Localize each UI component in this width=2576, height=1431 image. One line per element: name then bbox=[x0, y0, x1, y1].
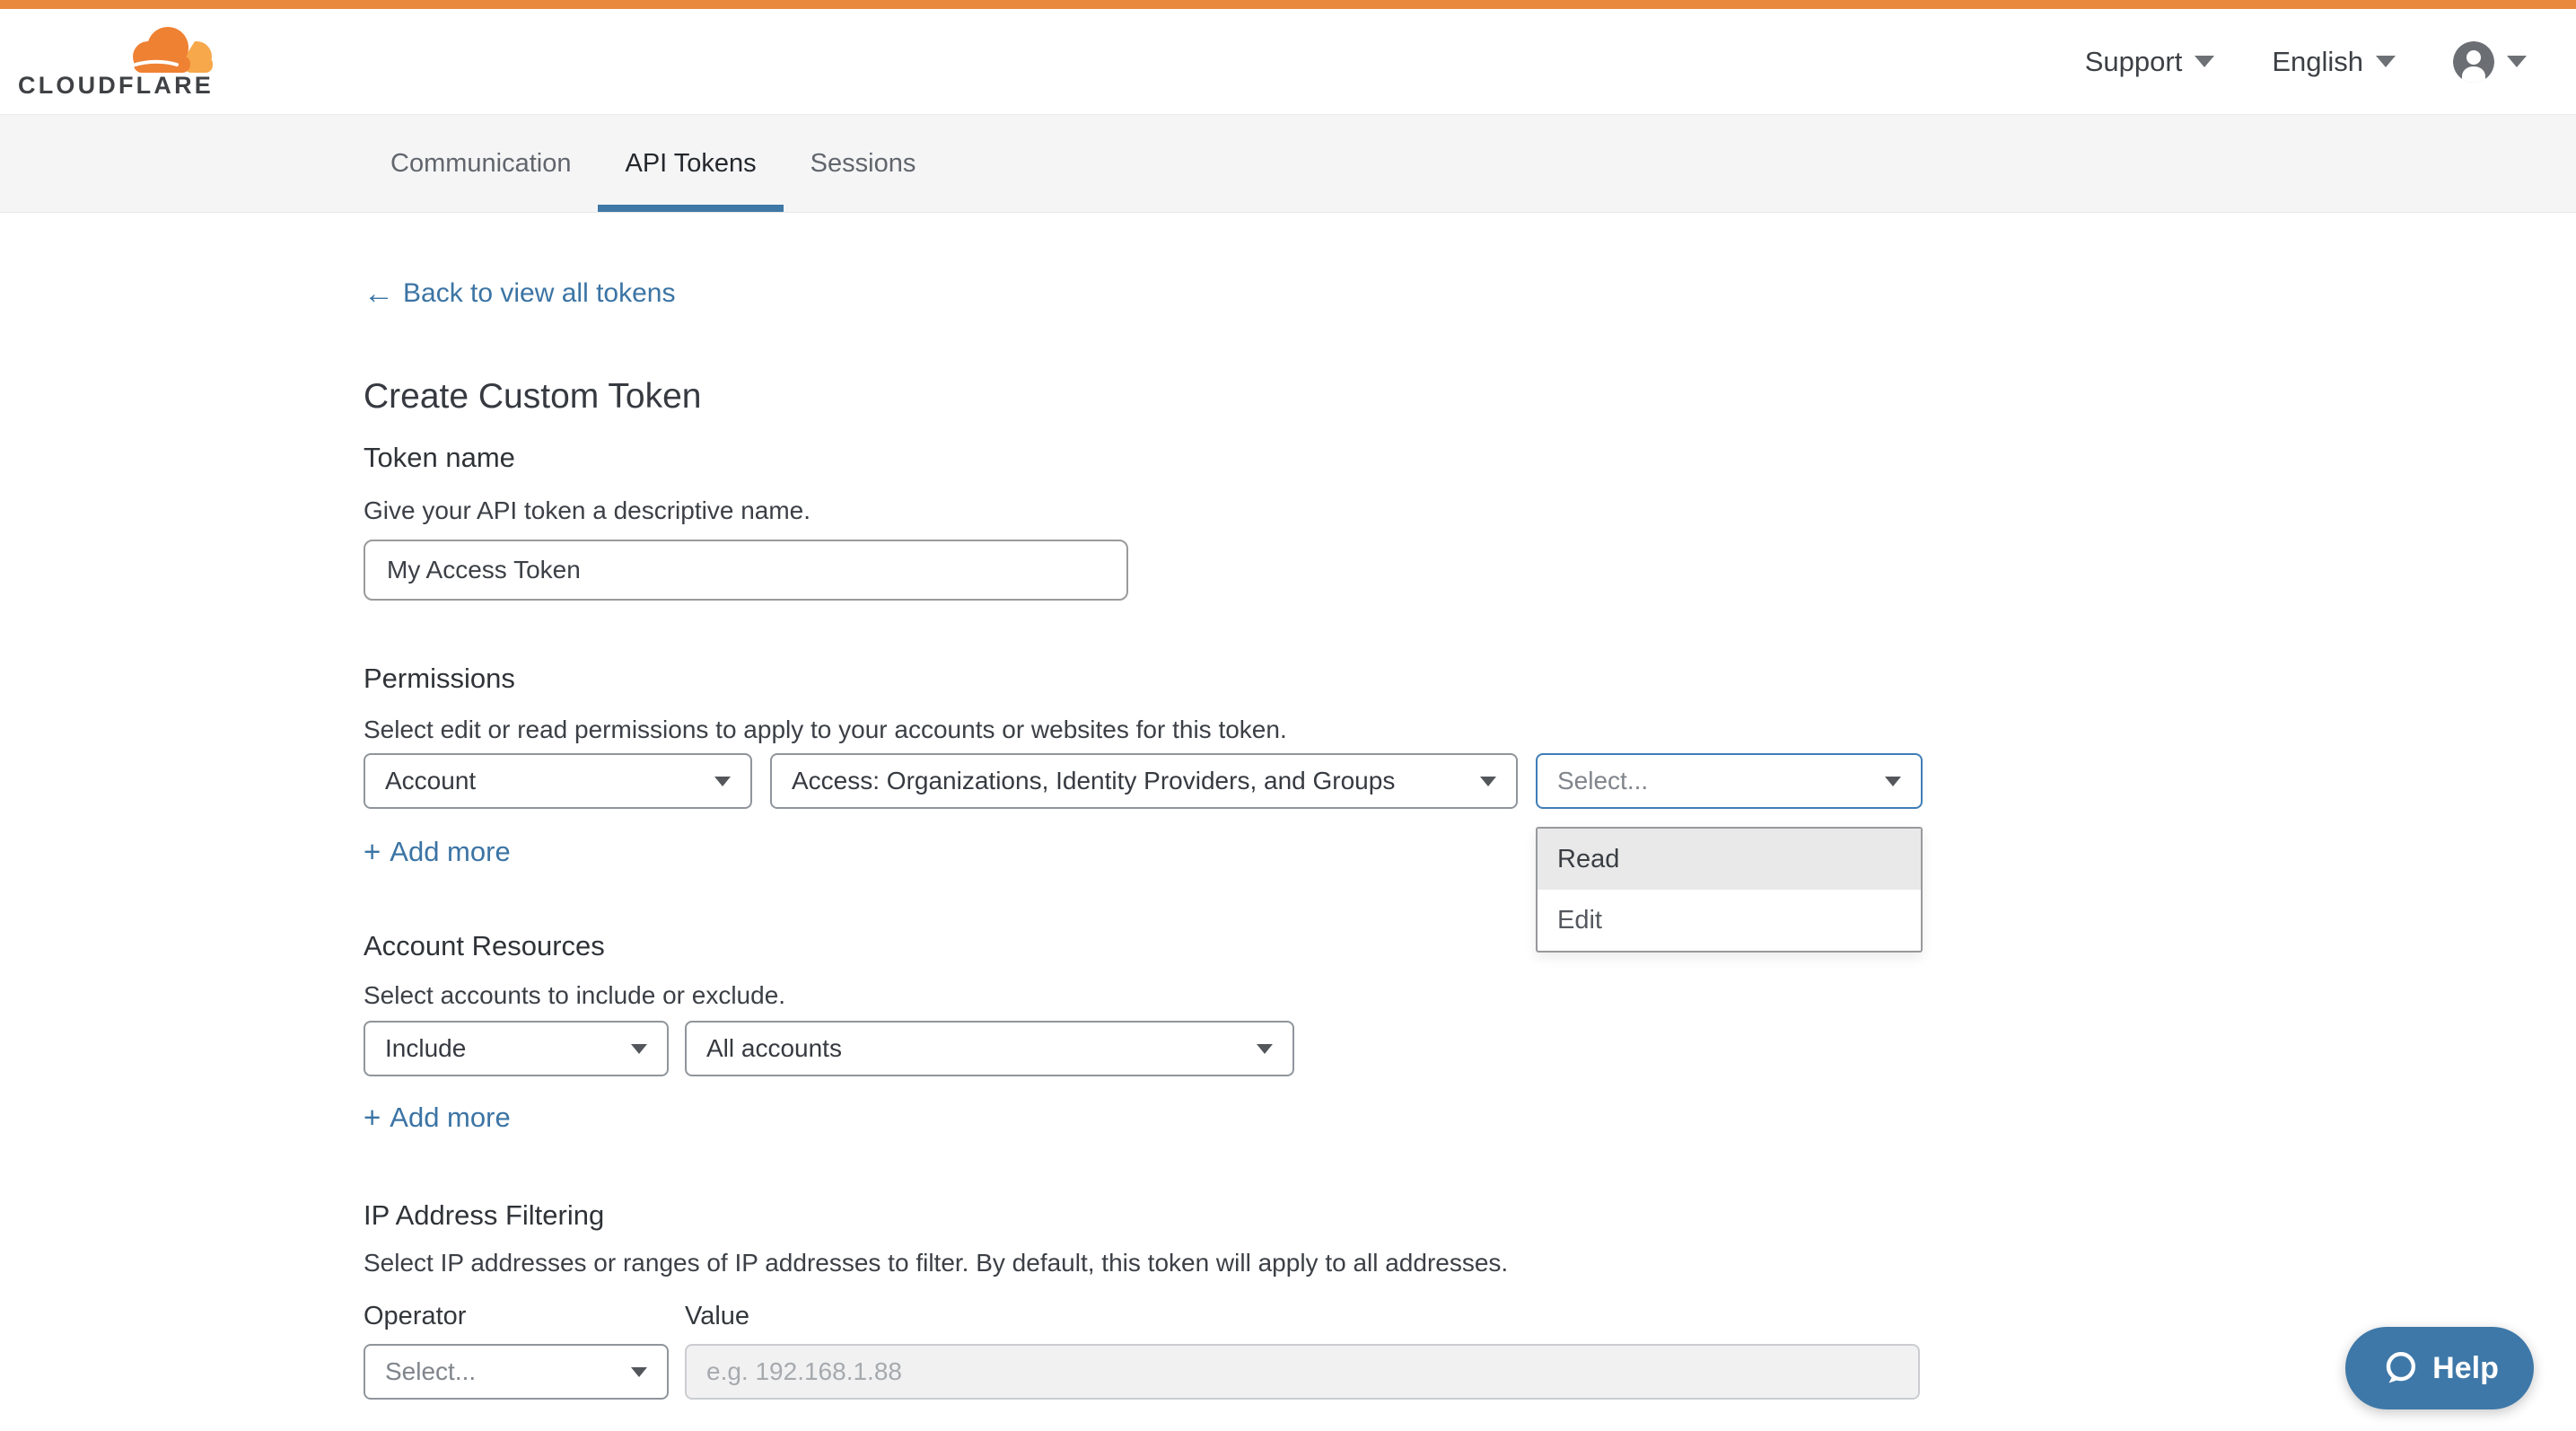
permissions-description: Select edit or read permissions to apply… bbox=[364, 714, 1943, 746]
language-menu-label: English bbox=[2272, 46, 2363, 78]
chat-bubble-icon bbox=[2380, 1348, 2420, 1388]
permission-level-placeholder: Select... bbox=[1557, 767, 1648, 795]
operator-label: Operator bbox=[364, 1301, 685, 1331]
chevron-down-icon bbox=[1257, 1044, 1273, 1054]
account-resources-add-more-link[interactable]: + Add more bbox=[364, 1100, 511, 1136]
permission-level-wrap: Select... Read Edit bbox=[1536, 753, 1923, 809]
token-name-input[interactable] bbox=[364, 540, 1128, 601]
back-arrow-icon: ← bbox=[364, 276, 394, 312]
logo-wordmark: CLOUDFLARE bbox=[18, 74, 214, 98]
add-more-label: Add more bbox=[390, 1100, 510, 1136]
help-button-label: Help bbox=[2432, 1351, 2499, 1386]
user-avatar-icon bbox=[2453, 41, 2494, 83]
chevron-down-icon bbox=[2376, 56, 2396, 67]
tab-api-tokens[interactable]: API Tokens bbox=[598, 115, 783, 212]
ip-filtering-heading: IP Address Filtering bbox=[364, 1198, 1943, 1233]
resource-mode-value: Include bbox=[385, 1034, 466, 1063]
add-more-label: Add more bbox=[390, 834, 510, 870]
chevron-down-icon bbox=[714, 777, 731, 786]
ip-field-labels: Operator Value bbox=[364, 1301, 1943, 1331]
page-title: Create Custom Token bbox=[364, 376, 1943, 417]
tab-communication[interactable]: Communication bbox=[364, 115, 598, 212]
resource-accounts-value: All accounts bbox=[706, 1034, 842, 1063]
brand-top-strip bbox=[0, 0, 2576, 9]
ip-filtering-description: Select IP addresses or ranges of IP addr… bbox=[364, 1247, 1943, 1279]
menu-option-edit[interactable]: Edit bbox=[1538, 890, 1921, 951]
plus-icon: + bbox=[364, 834, 381, 870]
menu-option-read[interactable]: Read bbox=[1538, 829, 1921, 890]
account-resources-select-row: Include All accounts bbox=[364, 1021, 1943, 1076]
cloudflare-cloud-icon bbox=[121, 25, 214, 73]
chevron-down-icon bbox=[2195, 56, 2214, 67]
permission-resource-select[interactable]: Access: Organizations, Identity Provider… bbox=[770, 753, 1518, 809]
chevron-down-icon bbox=[631, 1367, 647, 1377]
account-menu-button[interactable] bbox=[2453, 41, 2527, 83]
value-label: Value bbox=[685, 1301, 749, 1331]
permissions-section: Permissions Select edit or read permissi… bbox=[364, 662, 1943, 870]
header: CLOUDFLARE Support English bbox=[0, 9, 2576, 114]
account-resources-description: Select accounts to include or exclude. bbox=[364, 979, 1943, 1012]
permission-level-select[interactable]: Select... bbox=[1536, 753, 1923, 809]
header-nav: Support English bbox=[2085, 41, 2527, 83]
permissions-add-more-link[interactable]: + Add more bbox=[364, 834, 511, 870]
back-link-label: Back to view all tokens bbox=[403, 276, 675, 312]
help-button[interactable]: Help bbox=[2345, 1327, 2534, 1409]
support-menu-button[interactable]: Support bbox=[2085, 46, 2215, 78]
plus-icon: + bbox=[364, 1100, 381, 1136]
ip-filtering-section: IP Address Filtering Select IP addresses… bbox=[364, 1198, 1943, 1400]
ip-filtering-row: Select... bbox=[364, 1344, 1943, 1400]
support-menu-label: Support bbox=[2085, 46, 2183, 78]
ip-value-input bbox=[685, 1344, 1920, 1400]
chevron-down-icon bbox=[1885, 777, 1901, 786]
cloudflare-logo[interactable]: CLOUDFLARE bbox=[18, 25, 214, 98]
ip-operator-placeholder: Select... bbox=[385, 1357, 476, 1386]
resource-accounts-select[interactable]: All accounts bbox=[685, 1021, 1294, 1076]
ip-operator-select[interactable]: Select... bbox=[364, 1344, 669, 1400]
token-name-description: Give your API token a descriptive name. bbox=[364, 495, 1943, 527]
permission-scope-value: Account bbox=[385, 767, 476, 795]
permission-level-menu: Read Edit bbox=[1536, 827, 1923, 953]
permissions-heading: Permissions bbox=[364, 662, 1943, 696]
permission-resource-value: Access: Organizations, Identity Provider… bbox=[792, 767, 1395, 795]
tab-sessions[interactable]: Sessions bbox=[784, 115, 943, 212]
chevron-down-icon bbox=[631, 1044, 647, 1054]
account-resources-section: Account Resources Select accounts to inc… bbox=[364, 929, 1943, 1136]
token-name-section: Token name Give your API token a descrip… bbox=[364, 441, 1943, 601]
back-to-tokens-link[interactable]: ← Back to view all tokens bbox=[364, 276, 675, 312]
main-content: ← Back to view all tokens Create Custom … bbox=[364, 213, 1943, 1400]
profile-tab-bar: Communication API Tokens Sessions bbox=[0, 114, 2576, 213]
permissions-select-row: Account Access: Organizations, Identity … bbox=[364, 753, 1943, 809]
chevron-down-icon bbox=[1480, 777, 1496, 786]
resource-mode-select[interactable]: Include bbox=[364, 1021, 669, 1076]
chevron-down-icon bbox=[2507, 56, 2527, 67]
language-menu-button[interactable]: English bbox=[2272, 46, 2396, 78]
permission-scope-select[interactable]: Account bbox=[364, 753, 752, 809]
token-name-heading: Token name bbox=[364, 441, 1943, 475]
